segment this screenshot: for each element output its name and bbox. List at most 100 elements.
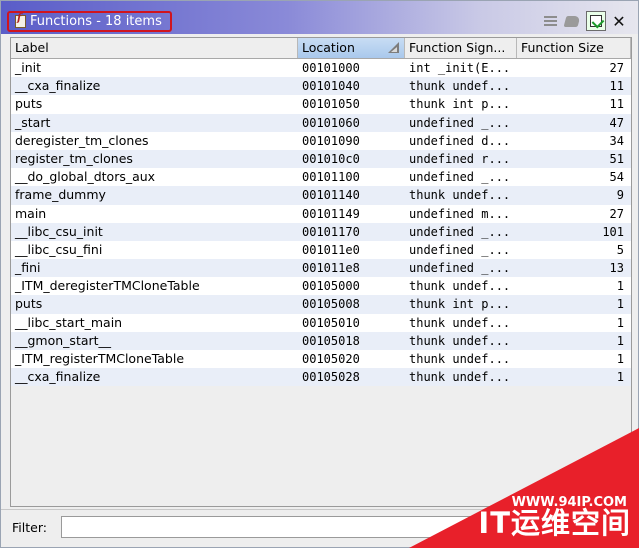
- sort-ascending-icon: [388, 42, 400, 54]
- table-header: Label Location Function Sign... Function…: [11, 38, 631, 59]
- cell-signature: undefined m...: [409, 206, 511, 221]
- cell-signature: thunk undef...: [409, 370, 511, 385]
- cell-size: 47: [609, 115, 624, 130]
- cell-location: 00101090: [302, 133, 360, 148]
- table-body: _init 00101000 int _init(E... 27 __cxa_final…: [11, 59, 631, 387]
- cell-location: 00101149: [302, 206, 360, 221]
- table-row[interactable]: frame_dummy 00101140 thunk undef... 9: [11, 186, 631, 205]
- table-row[interactable]: __cxa_finalize 00105028 thunk undef... 1: [11, 368, 631, 387]
- cell-size: 27: [609, 206, 624, 221]
- cell-size: 5: [616, 242, 624, 257]
- cell-signature: int _init(E...: [409, 61, 511, 75]
- table-row[interactable]: _fini 001011e8 undefined _... 13: [11, 259, 631, 278]
- cell-signature: undefined _...: [409, 170, 511, 185]
- cell-label: __gmon_start__: [15, 332, 112, 348]
- table-row[interactable]: _init 00101000 int _init(E... 27: [11, 59, 631, 78]
- cell-location: 00105010: [302, 315, 360, 330]
- cell-location: 00101170: [302, 224, 360, 239]
- cell-size: 27: [609, 61, 624, 75]
- cell-signature: thunk undef...: [409, 352, 511, 366]
- cell-label: main: [15, 205, 47, 221]
- cell-signature: thunk undef...: [409, 279, 511, 294]
- cell-size: 1: [616, 297, 624, 312]
- cell-location: 00105028: [302, 370, 360, 385]
- cell-label: __do_global_dtors_aux: [15, 169, 156, 185]
- cell-signature: thunk undef...: [409, 188, 511, 203]
- cell-label: __libc_csu_fini: [15, 241, 103, 257]
- cell-size: 34: [609, 133, 624, 148]
- refresh-selection-icon[interactable]: [586, 11, 606, 31]
- cell-size: 1: [616, 333, 624, 348]
- column-header-location-text: Location: [302, 40, 355, 55]
- cell-size: 51: [609, 151, 624, 166]
- cell-size: 13: [609, 261, 624, 276]
- table-row[interactable]: puts 00105008 thunk int p... 1: [11, 295, 631, 314]
- table-row[interactable]: _ITM_deregisterTMCloneTable 00105000 thunk…: [11, 277, 631, 296]
- cell-label: _fini: [15, 260, 41, 276]
- cell-location: 00101060: [302, 115, 360, 130]
- filter-bar: Filter:: [1, 509, 638, 547]
- functions-tab[interactable]: Functions - 18 items: [7, 11, 172, 32]
- cell-location: 00105020: [302, 352, 360, 366]
- column-header-location[interactable]: Location: [298, 38, 405, 58]
- table-row[interactable]: __libc_csu_init 00101170 undefined _... 101: [11, 222, 631, 241]
- cell-location: 00101100: [302, 170, 360, 185]
- cell-location: 001011e0: [302, 242, 360, 257]
- column-header-function-signature[interactable]: Function Sign...: [405, 38, 517, 58]
- cell-signature: undefined _...: [409, 261, 511, 276]
- cell-signature: thunk undef...: [409, 333, 511, 348]
- table-row[interactable]: deregister_tm_clones 00101090 undefined d.…: [11, 131, 631, 150]
- table-row[interactable]: __libc_start_main 00105010 thunk undef... 1: [11, 313, 631, 332]
- cell-label: __libc_start_main: [15, 314, 123, 330]
- cell-location: 00101050: [302, 97, 360, 112]
- cell-signature: undefined r...: [409, 151, 511, 166]
- table-row[interactable]: __libc_csu_fini 001011e0 undefined _... 5: [11, 240, 631, 260]
- cell-size: 1: [616, 279, 624, 294]
- cell-size: 11: [609, 97, 624, 112]
- table-row[interactable]: main 00101149 undefined m... 27: [11, 204, 631, 223]
- cell-signature: thunk int p...: [409, 97, 511, 112]
- table-row[interactable]: __do_global_dtors_aux 00101100 undefined _…: [11, 168, 631, 187]
- column-header-label[interactable]: Label: [11, 38, 298, 58]
- cell-location: 00101000: [302, 61, 360, 75]
- column-header-function-size[interactable]: Function Size: [517, 38, 631, 58]
- table-row[interactable]: __gmon_start__ 00105018 thunk undef... 1: [11, 331, 631, 350]
- window-title: Functions - 18 items: [30, 14, 162, 29]
- cell-signature: undefined _...: [409, 224, 511, 239]
- cell-label: _init: [15, 60, 42, 75]
- cell-label: frame_dummy: [15, 187, 106, 203]
- cell-label: __cxa_finalize: [15, 369, 101, 385]
- filter-label: Filter:: [12, 520, 47, 535]
- eraser-icon[interactable]: [563, 12, 581, 30]
- cell-location: 001010c0: [302, 151, 360, 166]
- cell-label: __cxa_finalize: [15, 78, 101, 94]
- cell-label: _ITM_deregisterTMCloneTable: [15, 278, 200, 294]
- table-row[interactable]: register_tm_clones 001010c0 undefined r...…: [11, 149, 631, 169]
- table-row[interactable]: __cxa_finalize 00101040 thunk undef... 11: [11, 77, 631, 96]
- cell-size: 11: [609, 79, 624, 94]
- function-icon: [15, 13, 26, 28]
- cell-location: 00101140: [302, 188, 360, 203]
- table-row[interactable]: _ITM_registerTMCloneTable 00105020 thunk u…: [11, 350, 631, 369]
- functions-table: Label Location Function Sign... Function…: [10, 37, 632, 507]
- cell-location: 00105000: [302, 279, 360, 294]
- table-row[interactable]: puts 00101050 thunk int p... 11: [11, 95, 631, 114]
- cell-label: _ITM_registerTMCloneTable: [15, 351, 185, 366]
- close-icon[interactable]: ✕: [610, 12, 628, 31]
- cell-label: _start: [15, 114, 51, 130]
- table-row[interactable]: _start 00101060 undefined _... 47: [11, 113, 631, 132]
- filter-input[interactable]: [61, 516, 481, 538]
- cell-location: 00105008: [302, 297, 360, 312]
- cell-location: 001011e8: [302, 261, 360, 276]
- cell-location: 00105018: [302, 333, 360, 348]
- cell-signature: thunk undef...: [409, 79, 511, 94]
- list-lines-icon[interactable]: [541, 12, 559, 30]
- cell-size: 9: [616, 188, 624, 203]
- cell-signature: thunk undef...: [409, 315, 511, 330]
- cell-label: puts: [15, 296, 43, 312]
- cell-size: 101: [602, 224, 624, 239]
- title-bar: Functions - 18 items ✕: [1, 1, 638, 34]
- cell-size: 54: [609, 170, 624, 185]
- cell-size: 1: [616, 315, 624, 330]
- cell-label: register_tm_clones: [15, 150, 133, 166]
